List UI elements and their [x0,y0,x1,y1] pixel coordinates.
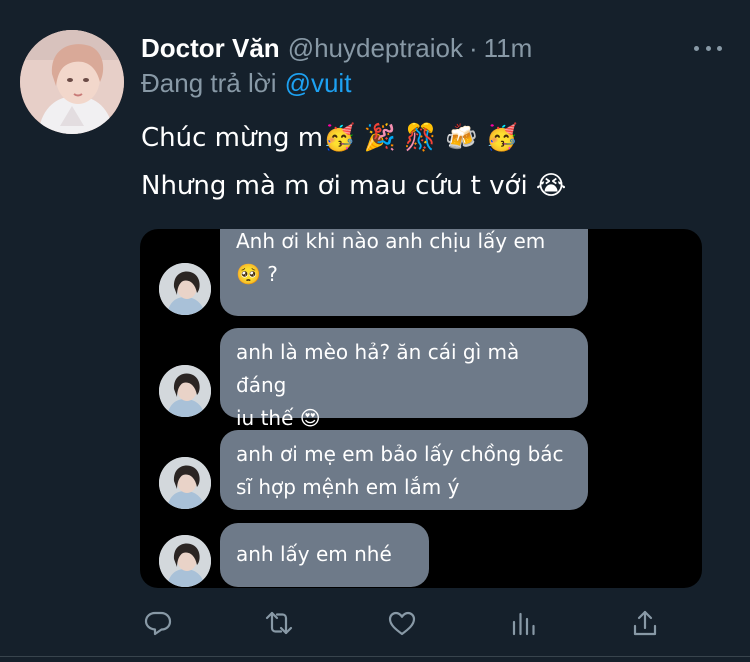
more-horizontal-icon [694,45,699,51]
reply-mention-link[interactable]: @vuit [285,68,352,98]
display-name[interactable]: Doctor Văn [141,33,280,64]
chat-message-text: anh lấy em nhé🥺 [236,542,392,566]
tweet-text-line-1: Chúc mừng m🥳 🎉 🎊 🍻 🥳 [141,123,518,153]
reply-button[interactable] [138,603,178,643]
tweet-actions [0,603,750,643]
user-handle[interactable]: @huydeptraiok [288,33,463,64]
chat-bubble: anh ơi mẹ em bảo lấy chồng bác sĩ hợp mệ… [220,430,588,510]
share-icon [633,610,657,636]
chat-bubble: anh lấy em nhé🥺 [220,523,429,587]
chat-avatar [159,457,211,509]
tweet-text-line-2: Nhưng mà m ơi mau cứu t với 😭 [141,171,567,201]
chat-avatar [159,263,211,315]
like-button[interactable] [382,603,422,643]
tweet-divider [0,656,750,657]
chat-avatar [159,535,211,587]
tweet-header: Doctor Văn @huydeptraiok · 11m [141,33,532,65]
chat-bubble: Anh ơi khi nào anh chịu lấy em 🥺 ? [220,229,588,316]
tweet: Doctor Văn @huydeptraiok · 11m Đang trả … [0,0,750,662]
chat-avatar [159,365,211,417]
tweet-media-image[interactable]: Anh ơi khi nào anh chịu lấy em 🥺 ? anh l… [140,229,702,588]
chat-message-text: 🥺 ? [236,262,278,286]
separator-dot: · [468,33,478,63]
chat-message-text: anh ơi mẹ em bảo lấy chồng bác [236,442,564,466]
analytics-icon [512,612,535,636]
tweet-timestamp[interactable]: 11m [484,33,533,64]
replying-to-label: Đang trả lời [141,68,277,98]
replying-to: Đang trả lời @vuit [141,68,351,99]
chat-message-text: anh là mèo hả? ăn cái gì mà đáng [236,340,520,397]
more-options-button[interactable] [694,40,722,56]
like-icon [388,611,416,636]
retweet-button[interactable] [259,603,299,643]
chat-message-text: Anh ơi khi nào anh chịu lấy em [236,229,546,253]
share-button[interactable] [625,603,665,643]
retweet-icon [265,611,293,635]
chat-bubble: anh là mèo hả? ăn cái gì mà đáng iu thế … [220,328,588,430]
user-avatar[interactable] [20,30,124,134]
analytics-button[interactable] [504,603,544,643]
chat-message-text: sĩ hợp mệnh em lắm ý [236,475,460,499]
reply-icon [144,611,172,636]
